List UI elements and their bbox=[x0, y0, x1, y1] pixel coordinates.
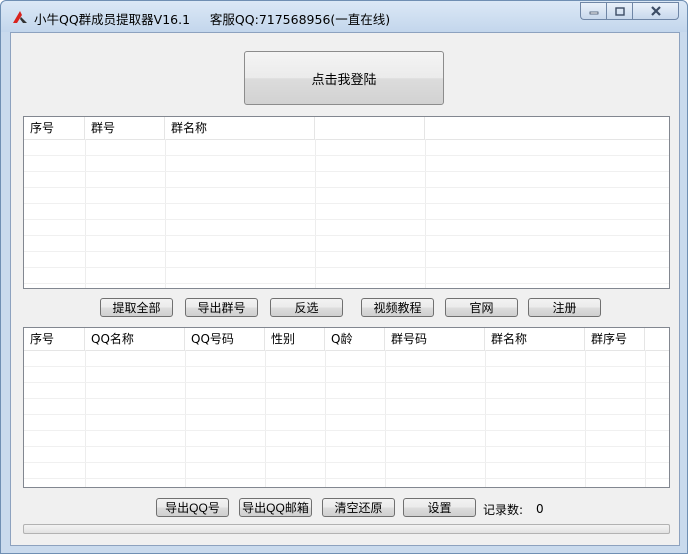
official-site-button[interactable]: 官网 bbox=[445, 298, 518, 317]
grid-row-line bbox=[24, 366, 669, 367]
grid-row-line bbox=[24, 462, 669, 463]
grid-column-line bbox=[385, 350, 386, 487]
col-header-group-seq[interactable]: 群序号 bbox=[585, 328, 645, 350]
close-button[interactable] bbox=[632, 2, 679, 20]
col-header-empty-2 bbox=[425, 117, 669, 139]
extract-all-button[interactable]: 提取全部 bbox=[100, 298, 173, 317]
grid-column-line bbox=[85, 350, 86, 487]
grid-row-line bbox=[24, 414, 669, 415]
col-header-qq-name[interactable]: QQ名称 bbox=[85, 328, 185, 350]
group-list-table[interactable]: 序号 群号 群名称 bbox=[23, 116, 670, 289]
col-header-group-number[interactable]: 群号码 bbox=[385, 328, 485, 350]
window-title: 小牛QQ群成员提取器V16.1 客服QQ:717568956(一直在线) bbox=[34, 12, 391, 27]
minimize-button[interactable] bbox=[580, 2, 606, 20]
col-header-group-id[interactable]: 群号 bbox=[85, 117, 165, 139]
export-qq-email-button[interactable]: 导出QQ邮箱 bbox=[239, 498, 312, 517]
export-qq-button[interactable]: 导出QQ号 bbox=[156, 498, 229, 517]
col-header-index[interactable]: 序号 bbox=[24, 328, 85, 350]
login-button[interactable]: 点击我登陆 bbox=[244, 51, 444, 105]
col-header-qq-number[interactable]: QQ号码 bbox=[185, 328, 265, 350]
caption-buttons bbox=[580, 2, 679, 22]
col-header-empty-1[interactable] bbox=[315, 117, 425, 139]
app-logo-icon bbox=[13, 11, 27, 23]
member-list-table[interactable]: 序号 QQ名称 QQ号码 性别 Q龄 群号码 群名称 群序号 bbox=[23, 327, 670, 488]
col-header-gender[interactable]: 性别 bbox=[265, 328, 325, 350]
grid-row-line bbox=[24, 155, 669, 156]
grid-row-line bbox=[24, 235, 669, 236]
grid-row-line bbox=[24, 283, 669, 284]
grid-column-line bbox=[645, 350, 646, 487]
maximize-button[interactable] bbox=[606, 2, 632, 20]
app-window: 小牛QQ群成员提取器V16.1 客服QQ:717568956(一直在线) 点击我… bbox=[0, 0, 688, 554]
grid-column-line bbox=[485, 350, 486, 487]
video-tutorial-button[interactable]: 视频教程 bbox=[361, 298, 434, 317]
grid-row-line bbox=[24, 382, 669, 383]
client-area: 点击我登陆 序号 群号 群名称 提取全部 导出群号 反选 视频教程 官网 注册 … bbox=[10, 32, 680, 546]
grid-column-line bbox=[325, 350, 326, 487]
grid-column-line bbox=[425, 139, 426, 288]
grid-row-line bbox=[24, 478, 669, 479]
grid-row-line bbox=[24, 430, 669, 431]
col-header-qq-age[interactable]: Q龄 bbox=[325, 328, 385, 350]
clear-reset-button[interactable]: 清空还原 bbox=[322, 498, 395, 517]
grid-column-line bbox=[165, 139, 166, 288]
col-header-index[interactable]: 序号 bbox=[24, 117, 85, 139]
grid-column-line bbox=[315, 139, 316, 288]
grid-column-line bbox=[185, 350, 186, 487]
col-header-empty bbox=[645, 328, 669, 350]
col-header-group-name[interactable]: 群名称 bbox=[485, 328, 585, 350]
grid-row-line bbox=[24, 203, 669, 204]
close-icon bbox=[650, 6, 661, 16]
maximize-icon bbox=[614, 6, 625, 16]
settings-button[interactable]: 设置 bbox=[403, 498, 476, 517]
grid-column-line bbox=[265, 350, 266, 487]
progress-bar bbox=[23, 524, 670, 534]
col-header-group-name[interactable]: 群名称 bbox=[165, 117, 315, 139]
grid-row-line bbox=[24, 187, 669, 188]
title-bar[interactable]: 小牛QQ群成员提取器V16.1 客服QQ:717568956(一直在线) bbox=[1, 1, 687, 32]
grid-row-line bbox=[24, 251, 669, 252]
grid-row-line bbox=[24, 446, 669, 447]
record-count-value: 0 bbox=[536, 502, 544, 516]
record-count-label: 记录数: bbox=[483, 503, 524, 517]
minimize-icon bbox=[589, 11, 598, 15]
grid-row-line bbox=[24, 171, 669, 172]
grid-column-line bbox=[85, 139, 86, 288]
export-group-ids-button[interactable]: 导出群号 bbox=[185, 298, 258, 317]
member-list-header: 序号 QQ名称 QQ号码 性别 Q龄 群号码 群名称 群序号 bbox=[24, 328, 669, 351]
grid-row-line bbox=[24, 267, 669, 268]
invert-selection-button[interactable]: 反选 bbox=[270, 298, 343, 317]
register-button[interactable]: 注册 bbox=[528, 298, 601, 317]
group-list-header: 序号 群号 群名称 bbox=[24, 117, 669, 140]
grid-column-line bbox=[585, 350, 586, 487]
grid-row-line bbox=[24, 398, 669, 399]
grid-row-line bbox=[24, 219, 669, 220]
